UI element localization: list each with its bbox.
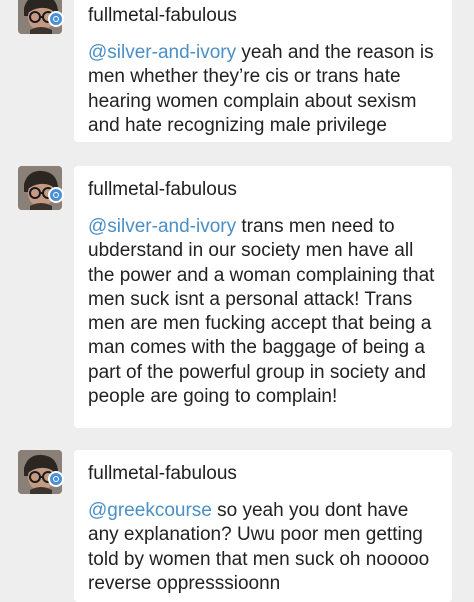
message-text: @greekcourse so yeah you dont have any e… — [88, 499, 438, 596]
mention-link[interactable]: @silver-and-ivory — [88, 216, 236, 237]
chat-badge-icon — [48, 471, 64, 487]
chat-badge-icon — [48, 11, 64, 27]
message-body: trans men need to ubderstand in our soci… — [88, 216, 435, 408]
message-text: @silver-and-ivory trans men need to ubde… — [88, 215, 438, 409]
username[interactable]: fullmetal-fabulous — [88, 178, 438, 202]
username[interactable]: fullmetal-fabulous — [88, 4, 438, 28]
chat-badge-icon — [48, 187, 64, 203]
message-bubble: fullmetal-fabulous @silver-and-ivory yea… — [74, 0, 452, 142]
message-bubble: fullmetal-fabulous @greekcourse so yeah … — [74, 450, 452, 602]
message-thread: fullmetal-fabulous @silver-and-ivory yea… — [0, 0, 474, 602]
mention-link[interactable]: @greekcourse — [88, 500, 212, 521]
mention-link[interactable]: @silver-and-ivory — [88, 42, 236, 63]
message-text: @silver-and-ivory yeah and the reason is… — [88, 41, 438, 138]
message-bubble: fullmetal-fabulous @silver-and-ivory tra… — [74, 166, 452, 428]
username[interactable]: fullmetal-fabulous — [88, 462, 438, 486]
